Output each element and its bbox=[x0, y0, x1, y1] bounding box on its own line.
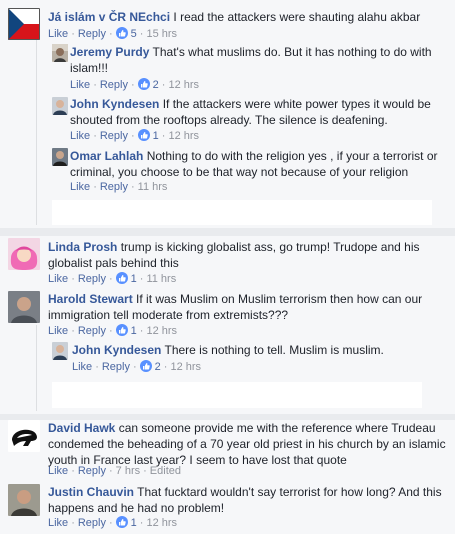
edited-label[interactable]: Edited bbox=[150, 465, 181, 477]
timestamp[interactable]: 12 hrs bbox=[168, 130, 199, 142]
comment-actions: Like · Reply · 1 · 11 hrs bbox=[48, 272, 177, 285]
profile-photo-icon bbox=[52, 148, 68, 166]
timestamp[interactable]: 12 hrs bbox=[146, 325, 177, 337]
comment-text: I read the attackers were shauting alahu… bbox=[173, 10, 421, 24]
timestamp[interactable]: 7 hrs bbox=[116, 465, 140, 477]
like-icon[interactable] bbox=[115, 27, 128, 39]
reaction-count[interactable]: 1 bbox=[128, 517, 137, 529]
comment-author[interactable]: Já islám v ČR NEchci bbox=[48, 10, 170, 24]
reply-box-placeholder bbox=[52, 382, 422, 408]
comment-actions: Like · Reply · 11 hrs bbox=[70, 181, 168, 193]
profile-photo-icon bbox=[8, 484, 40, 516]
comment-text: There is nothing to tell. Muslim is musl… bbox=[164, 343, 384, 357]
avatar[interactable] bbox=[8, 484, 40, 516]
reply-button[interactable]: Reply bbox=[100, 181, 128, 193]
czech-flag-icon bbox=[8, 8, 40, 40]
like-button[interactable]: Like bbox=[48, 325, 68, 337]
reply-button[interactable]: Reply bbox=[100, 79, 128, 91]
avatar[interactable] bbox=[8, 8, 40, 40]
comment-author[interactable]: John Kyndesen bbox=[72, 343, 161, 357]
reaction-count[interactable]: 5 bbox=[128, 28, 137, 40]
profile-photo-icon bbox=[8, 238, 40, 270]
like-button[interactable]: Like bbox=[70, 181, 90, 193]
comment-author[interactable]: Harold Stewart bbox=[48, 292, 133, 306]
profile-photo-icon bbox=[52, 44, 68, 62]
avatar[interactable] bbox=[52, 148, 68, 166]
like-button[interactable]: Like bbox=[48, 517, 68, 529]
avatar[interactable] bbox=[8, 238, 40, 270]
comment-actions: Like · Reply · 2 · 12 hrs bbox=[72, 360, 202, 373]
reply-button[interactable]: Reply bbox=[78, 517, 106, 529]
profile-photo-icon bbox=[52, 342, 68, 360]
comment-author[interactable]: Omar Lahlah bbox=[70, 149, 143, 163]
reply-button[interactable]: Reply bbox=[102, 361, 130, 373]
like-button[interactable]: Like bbox=[70, 130, 90, 142]
timestamp[interactable]: 11 hrs bbox=[146, 273, 176, 285]
like-icon[interactable] bbox=[137, 129, 150, 141]
timestamp[interactable]: 12 hrs bbox=[168, 79, 199, 91]
reaction-count[interactable]: 2 bbox=[152, 361, 161, 373]
helmet-icon bbox=[8, 420, 40, 452]
timestamp[interactable]: 11 hrs bbox=[138, 181, 168, 193]
like-button[interactable]: Like bbox=[48, 28, 68, 40]
reply-button[interactable]: Reply bbox=[78, 273, 106, 285]
reaction-count[interactable]: 1 bbox=[150, 130, 159, 142]
comment-actions: Like · Reply · 1 · 12 hrs bbox=[48, 516, 178, 529]
reply-button[interactable]: Reply bbox=[100, 130, 128, 142]
like-button[interactable]: Like bbox=[72, 361, 92, 373]
comment-actions: Like · Reply · 1 · 12 hrs bbox=[48, 324, 178, 337]
avatar[interactable] bbox=[8, 291, 40, 323]
comment-actions: Like · Reply · 7 hrs · Edited bbox=[48, 465, 181, 477]
reply-thread-line bbox=[36, 40, 37, 225]
profile-photo-icon bbox=[8, 291, 40, 323]
avatar[interactable] bbox=[8, 420, 40, 452]
comment-author[interactable]: John Kyndesen bbox=[70, 97, 159, 111]
like-button[interactable]: Like bbox=[48, 273, 68, 285]
comment-author[interactable]: David Hawk bbox=[48, 421, 115, 435]
like-icon[interactable] bbox=[115, 516, 128, 528]
like-icon[interactable] bbox=[115, 272, 128, 284]
comment-author[interactable]: Linda Prosh bbox=[48, 240, 117, 254]
reply-button[interactable]: Reply bbox=[78, 325, 106, 337]
reply-box-placeholder bbox=[52, 200, 432, 225]
like-icon[interactable] bbox=[137, 78, 150, 90]
reply-button[interactable]: Reply bbox=[78, 28, 106, 40]
comment-author[interactable]: Jeremy Purdy bbox=[70, 45, 149, 59]
reply-thread-line bbox=[36, 325, 37, 411]
reply-button[interactable]: Reply bbox=[78, 465, 106, 477]
timestamp[interactable]: 12 hrs bbox=[170, 361, 201, 373]
avatar[interactable] bbox=[52, 97, 68, 115]
reaction-count[interactable]: 1 bbox=[128, 325, 137, 337]
avatar[interactable] bbox=[52, 342, 68, 360]
like-icon[interactable] bbox=[115, 324, 128, 336]
comment-author[interactable]: Justin Chauvin bbox=[48, 485, 134, 499]
profile-photo-icon bbox=[52, 97, 68, 115]
reaction-count[interactable]: 1 bbox=[128, 273, 137, 285]
like-button[interactable]: Like bbox=[70, 79, 90, 91]
comment-actions: Like · Reply · 2 · 12 hrs bbox=[70, 78, 200, 91]
like-icon[interactable] bbox=[139, 360, 152, 372]
reaction-count[interactable]: 2 bbox=[150, 79, 159, 91]
timestamp[interactable]: 15 hrs bbox=[146, 28, 177, 40]
comment-actions: Like · Reply · 1 · 12 hrs bbox=[70, 129, 200, 142]
avatar[interactable] bbox=[52, 44, 68, 62]
comment-actions: Like · Reply · 5 · 15 hrs bbox=[48, 27, 178, 40]
timestamp[interactable]: 12 hrs bbox=[146, 517, 177, 529]
like-button[interactable]: Like bbox=[48, 465, 68, 477]
